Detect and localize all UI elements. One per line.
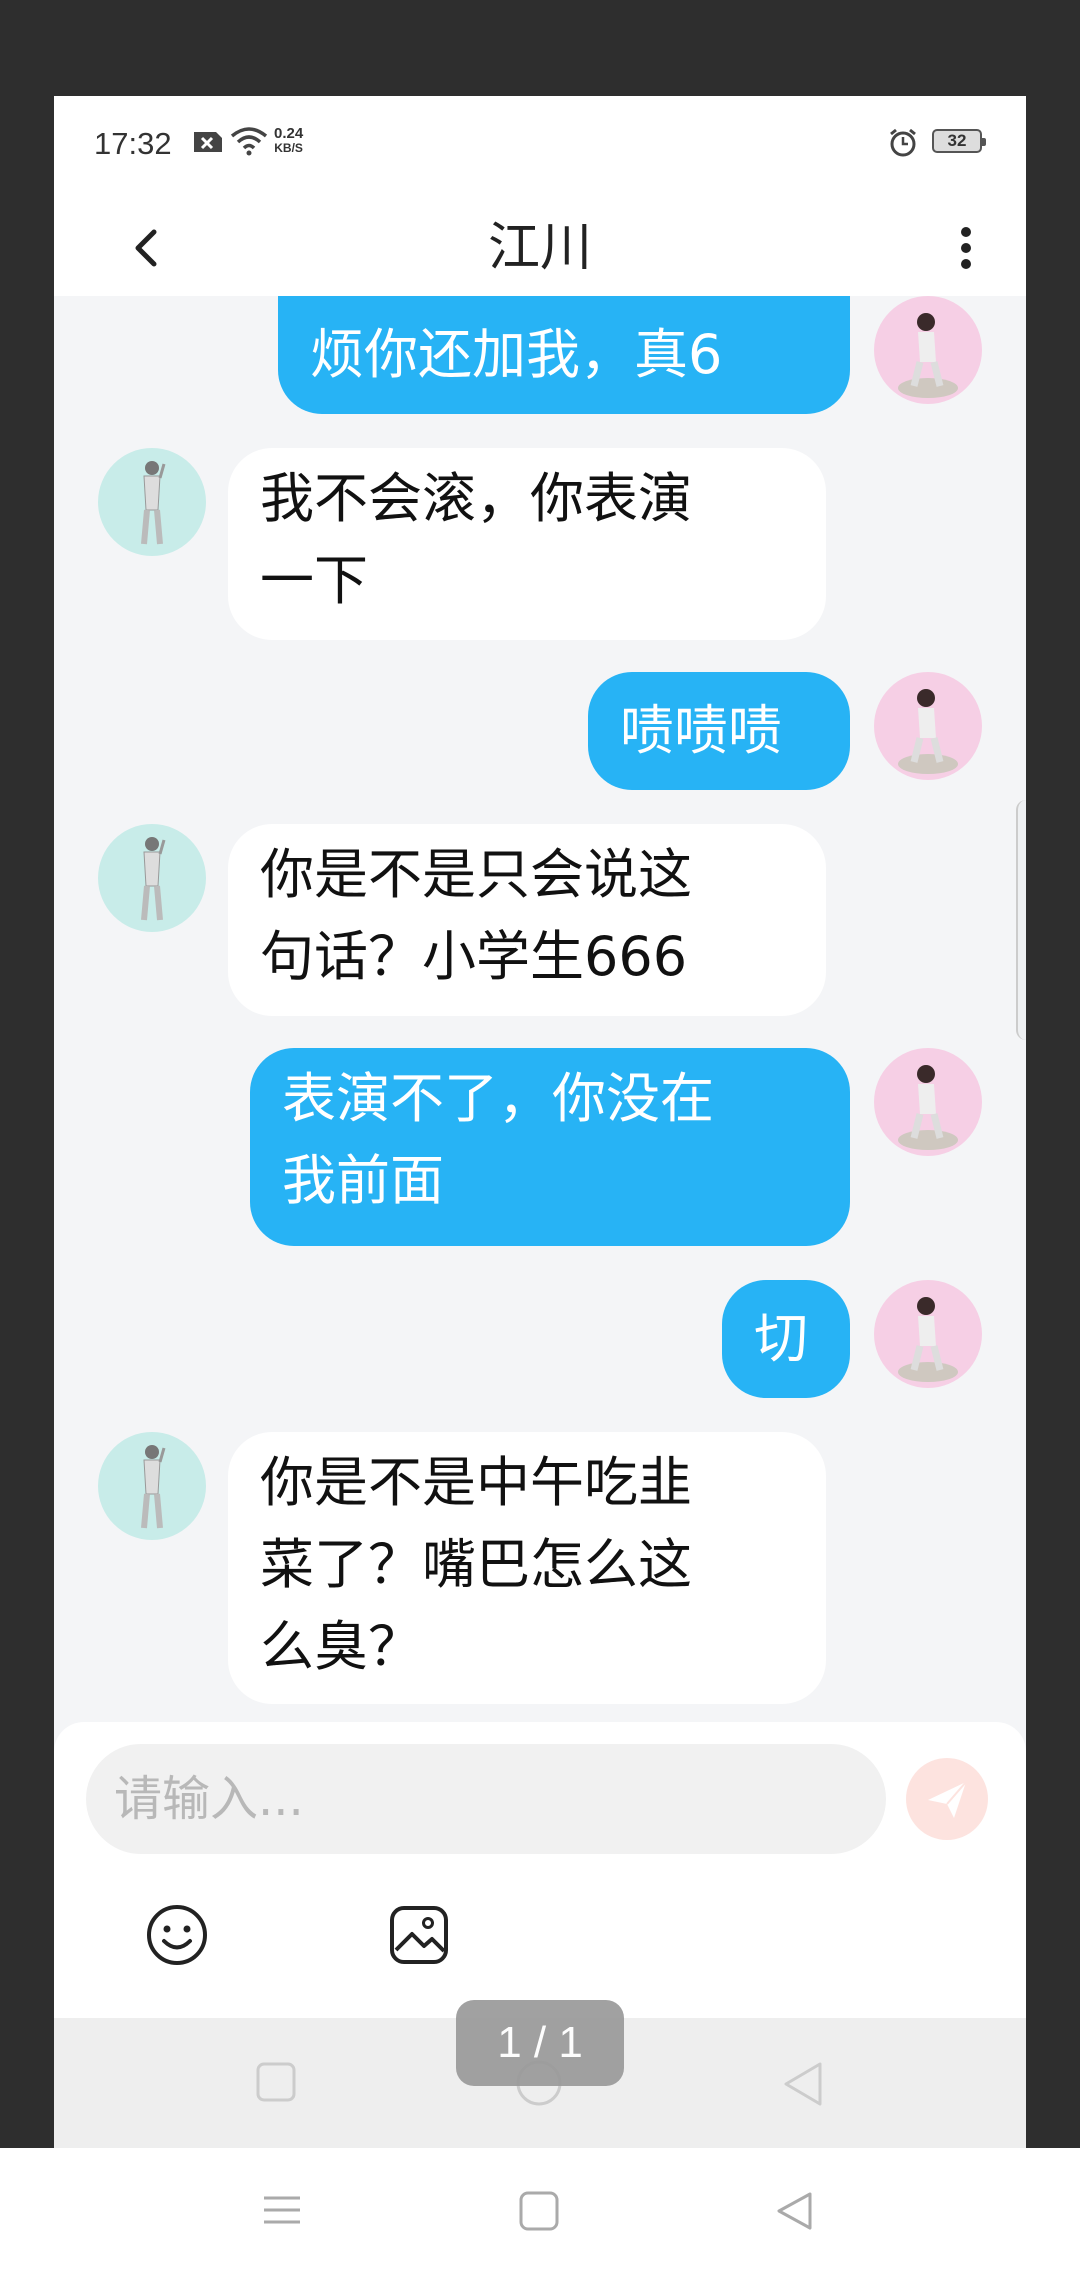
status-bar: 17:32 0.24 KB/S 32 xyxy=(54,96,1026,200)
message-bubble-incoming[interactable]: 你是不是中午吃韭 菜了？嘴巴怎么这 么臭？ xyxy=(228,1432,826,1704)
back-triangle-icon[interactable] xyxy=(774,2190,816,2232)
status-time: 17:32 xyxy=(94,126,172,161)
recent-apps-icon[interactable] xyxy=(254,2060,298,2104)
page-title: 江川 xyxy=(487,218,592,278)
person-figure-icon xyxy=(898,1297,958,1382)
more-vertical-icon[interactable] xyxy=(946,218,986,278)
message-input[interactable] xyxy=(86,1744,886,1854)
message-text: 切 xyxy=(754,1307,808,1370)
menu-icon[interactable] xyxy=(262,2190,302,2230)
person-figure-icon xyxy=(141,837,166,921)
phone-screen: 17:32 0.24 KB/S 32 江川 烦你还加我，真6 我不会滚，你表演 … xyxy=(54,96,1026,2148)
chat-header: 江川 xyxy=(54,200,1026,296)
message-text-line: 句话？小学生666 xyxy=(260,925,688,988)
avatar-self[interactable] xyxy=(874,1048,982,1156)
message-text: 烦你还加我，真6 xyxy=(310,323,723,386)
person-figure-icon xyxy=(898,1065,958,1150)
network-speed: 0.24 KB/S xyxy=(274,126,303,156)
message-text-line: 你是不是中午吃韭 xyxy=(260,1451,692,1514)
network-speed-unit: KB/S xyxy=(274,141,303,155)
message-text-line: 我前面 xyxy=(282,1149,444,1212)
avatar-contact[interactable] xyxy=(98,448,206,556)
message-text: 啧啧啧 xyxy=(620,699,782,762)
page-indicator: 1 / 1 xyxy=(456,2000,624,2086)
person-figure-icon xyxy=(898,689,958,774)
system-navigation-bar xyxy=(0,2148,1080,2280)
message-bubble-outgoing[interactable]: 切 xyxy=(722,1280,850,1398)
message-bubble-outgoing[interactable]: 啧啧啧 xyxy=(588,672,850,790)
home-square-icon[interactable] xyxy=(518,2190,560,2232)
sim-x-icon xyxy=(194,132,222,152)
person-figure-icon xyxy=(898,313,958,398)
send-icon xyxy=(928,1781,967,1818)
scroll-indicator[interactable] xyxy=(1016,800,1026,1040)
message-text-line: 一下 xyxy=(260,549,368,612)
back-triangle-icon[interactable] xyxy=(780,2060,828,2108)
message-text-line: 么臭？ xyxy=(260,1615,422,1678)
message-bubble-incoming[interactable]: 你是不是只会说这 句话？小学生666 xyxy=(228,824,826,1016)
emoji-icon[interactable] xyxy=(144,1902,210,1968)
message-text-line: 我不会滚，你表演 xyxy=(260,467,692,530)
message-text-line: 表演不了，你没在 xyxy=(282,1067,714,1130)
avatar-self[interactable] xyxy=(874,1280,982,1388)
avatar-contact[interactable] xyxy=(98,1432,206,1540)
message-bubble-outgoing[interactable]: 表演不了，你没在 我前面 xyxy=(250,1048,850,1246)
send-button[interactable] xyxy=(906,1758,988,1840)
wifi-icon xyxy=(230,127,268,156)
alarm-icon xyxy=(890,128,916,157)
battery-icon: 32 xyxy=(932,129,986,153)
message-list[interactable]: 烦你还加我，真6 我不会滚，你表演 一下 啧啧啧 你是不是只会说这 句话？小学生… xyxy=(54,296,1026,1820)
message-text-line: 菜了？嘴巴怎么这 xyxy=(260,1533,692,1596)
image-icon[interactable] xyxy=(386,1902,452,1968)
avatar-self[interactable] xyxy=(874,296,982,404)
message-bubble-outgoing[interactable]: 烦你还加我，真6 xyxy=(278,296,850,414)
person-figure-icon xyxy=(141,461,166,545)
avatar-contact[interactable] xyxy=(98,824,206,932)
person-figure-icon xyxy=(141,1445,166,1529)
message-text-line: 你是不是只会说这 xyxy=(260,843,692,906)
composer xyxy=(54,1722,1026,2018)
network-speed-value: 0.24 xyxy=(274,125,304,142)
avatar-self[interactable] xyxy=(874,672,982,780)
message-bubble-incoming[interactable]: 我不会滚，你表演 一下 xyxy=(228,448,826,640)
chevron-left-icon[interactable] xyxy=(114,218,174,278)
